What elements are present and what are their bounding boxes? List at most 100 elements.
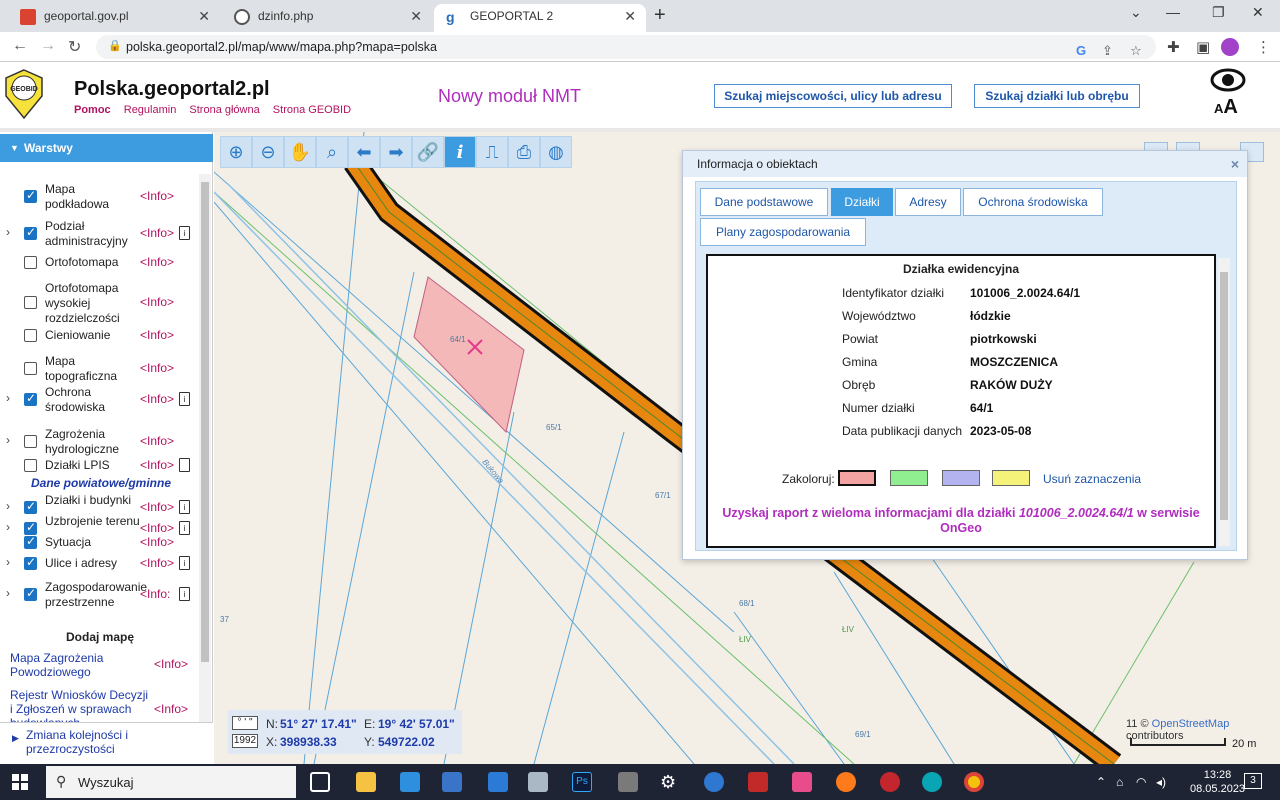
previous-view-icon[interactable]: ⬅ (348, 136, 380, 168)
network-icon[interactable]: ⌂ (1116, 775, 1123, 789)
expand-chevron-icon[interactable]: › (6, 520, 10, 534)
app-icon[interactable] (704, 772, 724, 792)
firefox-icon[interactable] (836, 772, 856, 792)
layer-info-link[interactable]: <Info> (140, 535, 174, 549)
terms-link[interactable]: Regulamin (124, 104, 177, 116)
measure-icon[interactable]: ⎍ (476, 136, 508, 168)
close-tab-icon[interactable]: ✕ (198, 4, 210, 28)
pan-hand-icon[interactable]: ✋ (284, 136, 316, 168)
photoshop-icon[interactable]: Ps (572, 772, 592, 792)
expand-chevron-icon[interactable]: › (6, 586, 10, 600)
layers-scrollbar[interactable] (199, 174, 211, 722)
layer-info-link[interactable]: <Info> (140, 500, 174, 514)
reload-icon[interactable]: ↻ (68, 37, 81, 57)
bookmark-star-icon[interactable]: ☆ (1130, 43, 1142, 59)
layer-checkbox[interactable] (24, 555, 37, 570)
notifications-icon[interactable]: 3 (1244, 773, 1262, 789)
next-view-icon[interactable]: ➡ (380, 136, 412, 168)
layer-checkbox[interactable] (24, 296, 37, 309)
layer-info-link[interactable]: <Info: (140, 587, 170, 601)
share-icon[interactable]: ⇪ (1102, 43, 1113, 59)
building-register-info-link[interactable]: <Info> (154, 702, 188, 716)
tab-geoportal2[interactable]: g GEOPORTAL 2 ✕ (434, 4, 646, 32)
expand-chevron-icon[interactable]: › (6, 391, 10, 405)
layer-order-footer[interactable]: ▶ Zmiana kolejności i przezroczystości (0, 722, 213, 764)
zoom-box-icon[interactable]: ⌕ (316, 136, 348, 168)
legend-document-icon[interactable]: i (179, 587, 190, 601)
layer-info-link[interactable]: <Info> (140, 556, 174, 570)
info-icon[interactable]: i (444, 136, 476, 168)
tab-geoportal-gov[interactable]: geoportal.gov.pl ✕ (8, 4, 220, 32)
restore-icon[interactable]: ❐ (1212, 4, 1225, 21)
layer-info-link[interactable]: <Info> (140, 392, 174, 406)
menu-icon[interactable]: ⋮ (1256, 38, 1271, 56)
taskbar-search[interactable]: ⚲ Wyszukaj (46, 766, 296, 798)
app-icon[interactable] (922, 772, 942, 792)
legend-document-icon[interactable]: i (179, 521, 190, 535)
building-register-link[interactable]: Rejestr Wniosków Decyzji i Zgłoszeń w sp… (10, 688, 150, 722)
site-title[interactable]: Polska.geoportal2.pl (74, 78, 270, 101)
close-window-icon[interactable]: ✕ (1252, 4, 1264, 21)
tab-basic-data[interactable]: Dane podstawowe (700, 188, 828, 216)
tab-zoning-plans[interactable]: Plany zagospodarowania (700, 218, 866, 246)
osm-link[interactable]: OpenStreetMap (1152, 718, 1230, 730)
legend-document-icon[interactable]: i (179, 500, 190, 514)
legend-document-icon[interactable] (179, 458, 190, 472)
google-icon[interactable]: G (1076, 43, 1086, 58)
layer-info-link[interactable]: <Info> (140, 434, 174, 448)
new-tab-icon[interactable]: + (654, 4, 666, 27)
color-swatch-pink[interactable] (838, 470, 876, 486)
layer-checkbox[interactable] (24, 225, 37, 240)
color-swatch-green[interactable] (890, 470, 928, 486)
store-icon[interactable] (400, 772, 420, 792)
profile-avatar[interactable] (1221, 38, 1239, 56)
tab-dzinfo[interactable]: dzinfo.php ✕ (222, 4, 432, 32)
nmt-module-link[interactable]: Nowy moduł NMT (438, 86, 581, 107)
zoom-out-icon[interactable]: ⊖ (252, 136, 284, 168)
font-size-toggle[interactable]: AA (1214, 96, 1238, 119)
legend-document-icon[interactable]: i (179, 392, 190, 406)
search-address-button[interactable]: Szukaj miejscowości, ulicy lub adresu (714, 84, 952, 108)
eye-icon[interactable] (1210, 68, 1246, 92)
print-icon[interactable]: ⎙ (508, 136, 540, 168)
dialog-titlebar[interactable]: Informacja o obiektach × (683, 151, 1247, 177)
legend-document-icon[interactable]: i (179, 226, 190, 240)
scrollbar-thumb[interactable] (201, 182, 209, 662)
app-icon[interactable] (792, 772, 812, 792)
tray-chevron-icon[interactable]: ⌃ (1096, 775, 1106, 789)
mail-icon[interactable] (442, 772, 462, 792)
settings-gear-icon[interactable]: ⚙ (660, 772, 680, 792)
minimize-icon[interactable]: — (1166, 4, 1180, 20)
close-icon[interactable]: × (1231, 151, 1239, 177)
sidepanel-icon[interactable]: ▣ (1196, 38, 1210, 56)
calculator-icon[interactable] (618, 772, 638, 792)
clock[interactable]: 13:28 08.05.2023 (1190, 768, 1245, 796)
layer-checkbox[interactable] (24, 534, 37, 549)
layer-checkbox[interactable] (24, 362, 37, 375)
layer-info-link[interactable]: <Info> (140, 226, 174, 240)
layer-checkbox[interactable] (24, 391, 37, 406)
layers-panel-header[interactable]: ▼ Warstwy (0, 134, 213, 162)
scrollbar-thumb[interactable] (1220, 272, 1228, 520)
url-input[interactable]: 🔒 polska.geoportal2.pl/map/www/mapa.php?… (96, 35, 1156, 59)
layer-checkbox[interactable] (24, 435, 37, 448)
expand-chevron-icon[interactable]: › (6, 433, 10, 447)
tab-parcels[interactable]: Działki (831, 188, 893, 216)
wifi-icon[interactable]: ◠ (1136, 775, 1146, 789)
dms-toggle-button[interactable]: ° ' " (232, 716, 258, 730)
chrome-icon[interactable] (964, 772, 984, 792)
report-link[interactable]: Uzyskaj raport z wieloma informacjami dl… (708, 506, 1214, 536)
forward-icon[interactable]: → (40, 37, 56, 55)
flood-map-info-link[interactable]: <Info> (154, 657, 188, 671)
layer-info-link[interactable]: <Info> (140, 458, 174, 472)
app-icon[interactable] (528, 772, 548, 792)
link-icon[interactable]: 🔗 (412, 136, 444, 168)
tab-addresses[interactable]: Adresy (895, 188, 961, 216)
windows-start-icon[interactable] (12, 774, 28, 790)
search-parcel-button[interactable]: Szukaj działki lub obrębu (974, 84, 1140, 108)
layer-checkbox[interactable] (24, 499, 37, 514)
volume-icon[interactable]: ◂) (1156, 775, 1166, 789)
help-link[interactable]: Pomoc (74, 104, 111, 116)
layer-info-link[interactable]: <Info> (140, 189, 174, 203)
layer-checkbox[interactable] (24, 459, 37, 472)
